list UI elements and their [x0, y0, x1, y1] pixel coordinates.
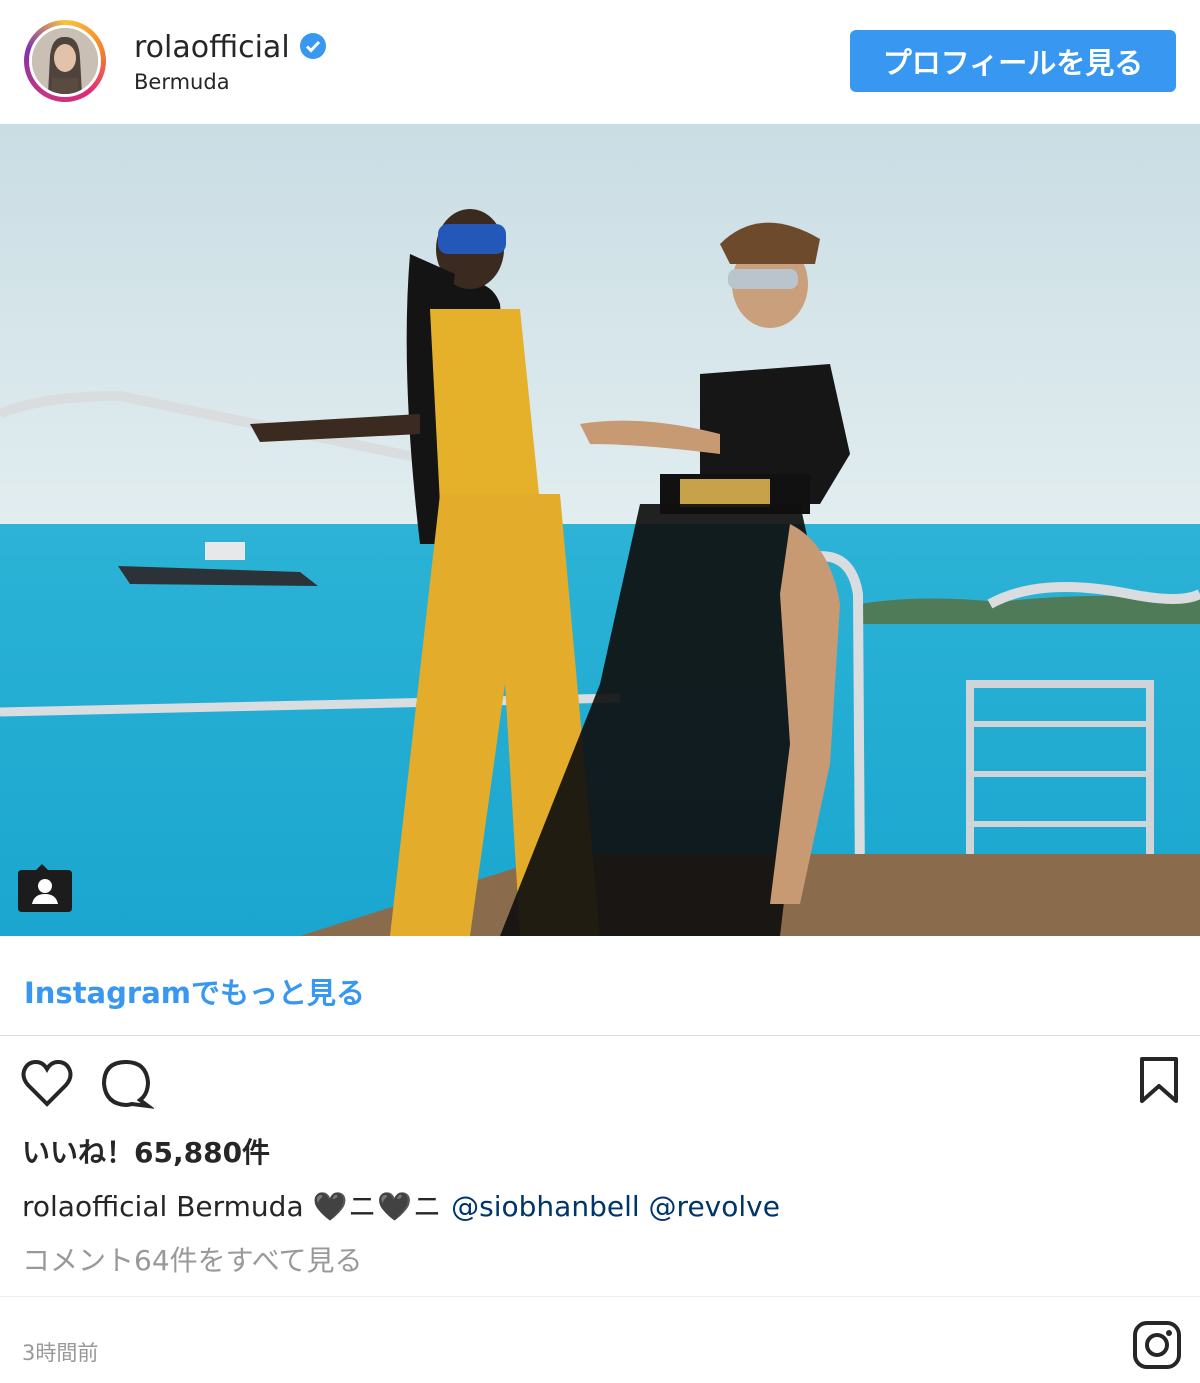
avatar-ring[interactable] [24, 20, 106, 102]
like-count[interactable]: いいね！65,880件 [22, 1131, 270, 1171]
caption-username[interactable]: rolaofficial [22, 1190, 167, 1223]
mention-revolve[interactable]: @revolve [649, 1190, 780, 1223]
mention-siobhanbell[interactable]: @siobhanbell [451, 1190, 639, 1223]
caption: rolaofficial Bermuda 🖤ニ🖤ニ @siobhanbell @… [22, 1185, 780, 1225]
caption-text: Bermuda [176, 1190, 304, 1223]
divider [0, 1035, 1200, 1036]
comment-icon[interactable] [100, 1058, 156, 1110]
view-more-on-instagram-link[interactable]: Instagramでもっと見る [24, 970, 365, 1012]
post-header: rolaofficial Bermuda プロフィールを見る [0, 0, 1200, 124]
username[interactable]: rolaofficial [134, 30, 290, 65]
caption-hearts: 🖤ニ🖤ニ [312, 1190, 443, 1223]
post-timestamp: 3時間前 [22, 1341, 99, 1365]
view-all-comments-link[interactable]: コメント64件をすべて見る [22, 1239, 363, 1279]
avatar[interactable] [29, 25, 101, 97]
user-tag-icon[interactable] [16, 862, 74, 912]
heart-icon[interactable] [20, 1058, 74, 1110]
view-profile-button[interactable]: プロフィールを見る [850, 30, 1176, 92]
post-photo[interactable] [0, 124, 1200, 936]
location-link[interactable]: Bermuda [134, 70, 230, 94]
bookmark-icon[interactable] [1138, 1056, 1180, 1104]
verified-badge-icon [300, 33, 326, 59]
instagram-icon[interactable] [1132, 1320, 1182, 1370]
divider [0, 1296, 1200, 1297]
